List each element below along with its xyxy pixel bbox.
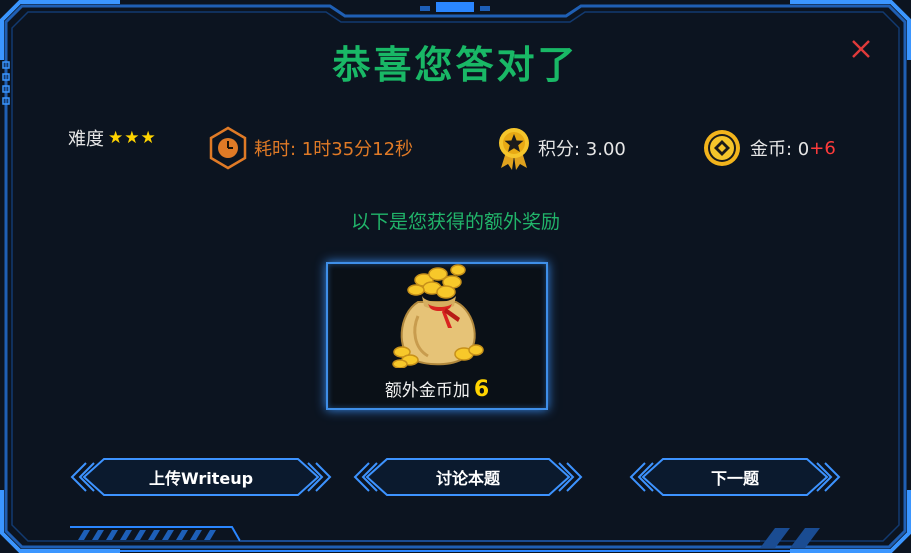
close-icon[interactable] <box>848 36 874 62</box>
difficulty-stars: ★★★ <box>108 128 157 148</box>
discuss-button[interactable]: 讨论本题 <box>351 455 585 499</box>
dialog-title: 恭喜您答对了 <box>332 43 579 87</box>
reward-card: 额外金币加 6 <box>326 262 548 410</box>
coins-stat: 金币: 0 +6 <box>702 128 836 168</box>
coins-text: 金币: 0 <box>750 139 810 160</box>
time-text: 耗时: 1时35分12秒 <box>254 139 414 160</box>
time-stat: 耗时: 1时35分12秒 <box>208 126 414 170</box>
discuss-label: 讨论本题 <box>435 469 500 488</box>
coin-icon <box>704 130 740 166</box>
medal-icon <box>499 128 529 170</box>
coins-bonus: +6 <box>809 137 836 159</box>
difficulty-label: 难度 <box>68 129 104 150</box>
score-text: 积分: 3.00 <box>538 139 626 160</box>
difficulty-stat: 难度 ★★★ <box>68 118 157 158</box>
reward-subtitle: 以下是您获得的额外奖励 <box>350 211 560 233</box>
next-question-button[interactable]: 下一题 <box>627 455 843 499</box>
upload-writeup-label: 上传Writeup <box>148 469 254 488</box>
clock-icon <box>209 126 247 170</box>
reward-label: 额外金币加 <box>384 381 470 401</box>
upload-writeup-button[interactable]: 上传Writeup <box>68 455 334 499</box>
reward-label-row: 额外金币加 6 <box>328 376 546 402</box>
score-stat: 积分: 3.00 <box>496 128 626 170</box>
next-question-label: 下一题 <box>710 469 759 488</box>
close-button[interactable] <box>848 36 874 62</box>
reward-value: 6 <box>473 377 490 402</box>
coin-bag-icon <box>392 264 484 368</box>
